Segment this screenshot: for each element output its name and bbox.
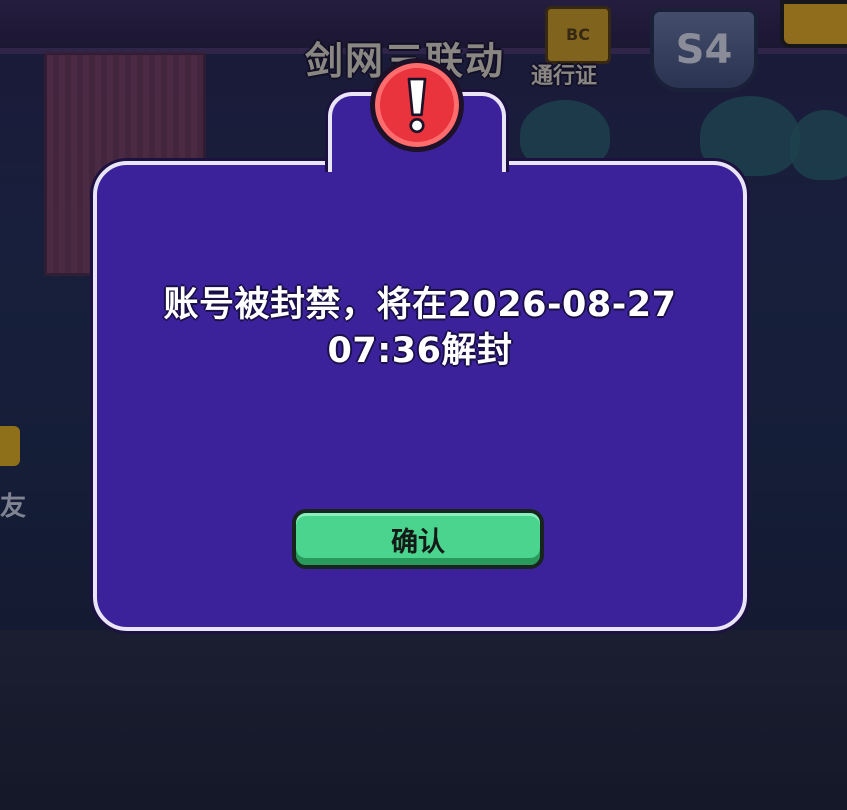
ban-message-line2: 07:36解封 bbox=[327, 331, 513, 371]
ban-message-line1: 账号被封禁，将在2026-08-27 bbox=[163, 285, 677, 325]
ban-message: 账号被封禁，将在2026-08-27 07:36解封 bbox=[110, 282, 730, 374]
confirm-button-label: 确认 bbox=[391, 526, 445, 558]
dialog-tab-join bbox=[332, 158, 502, 172]
exclamation-glyph bbox=[407, 77, 427, 134]
confirm-button[interactable]: 确认 bbox=[292, 509, 544, 569]
exclamation-icon bbox=[370, 58, 464, 152]
